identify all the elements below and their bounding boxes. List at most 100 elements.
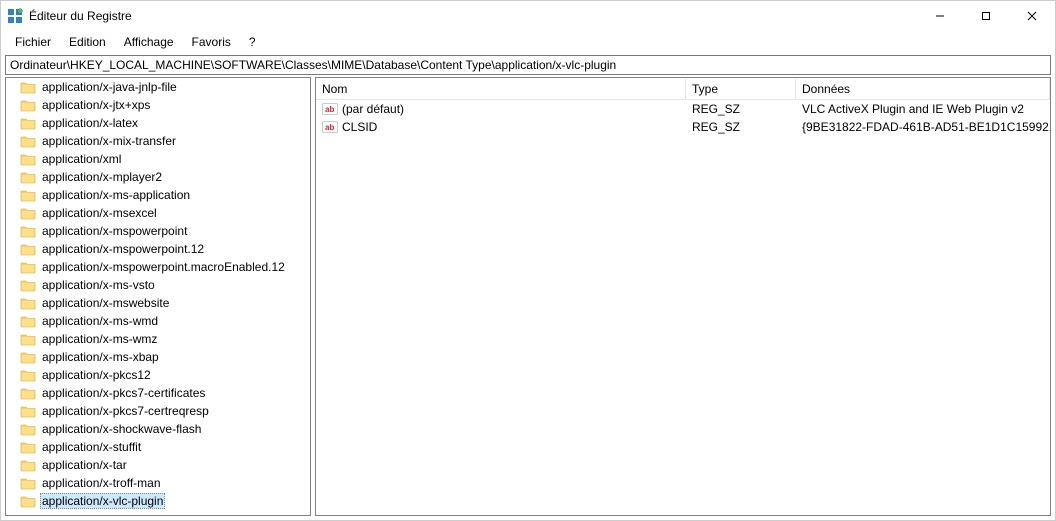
string-value-icon <box>322 119 338 135</box>
folder-icon <box>20 260 36 274</box>
menu-favorites[interactable]: Favoris <box>184 33 239 51</box>
tree-item[interactable]: application/x-ms-wmz <box>6 330 310 348</box>
tree-item-label: application/x-ms-wmz <box>40 332 159 346</box>
value-name: CLSID <box>342 120 377 134</box>
tree-item-label: application/x-ms-vsto <box>40 278 157 292</box>
tree-item[interactable]: application/x-mspowerpoint <box>6 222 310 240</box>
tree-item-label: application/x-troff-man <box>40 476 163 490</box>
tree-item-label: application/x-ms-application <box>40 188 192 202</box>
value-type: REG_SZ <box>686 120 796 134</box>
tree-item-label: application/x-pkcs7-certificates <box>40 386 207 400</box>
tree-item[interactable]: application/x-mix-transfer <box>6 132 310 150</box>
folder-icon <box>20 386 36 400</box>
column-header-name[interactable]: Nom <box>316 79 686 99</box>
value-data: VLC ActiveX Plugin and IE Web Plugin v2 <box>796 102 1050 116</box>
close-button[interactable] <box>1009 1 1055 31</box>
folder-icon <box>20 476 36 490</box>
window-title: Éditeur du Registre <box>29 9 917 23</box>
tree-item-label: application/x-mspowerpoint.12 <box>40 242 206 256</box>
folder-icon <box>20 350 36 364</box>
folder-icon <box>20 224 36 238</box>
minimize-button[interactable] <box>917 1 963 31</box>
folder-icon <box>20 134 36 148</box>
folder-icon <box>20 404 36 418</box>
registry-editor-icon <box>7 8 23 24</box>
tree-item[interactable]: application/x-ms-wmd <box>6 312 310 330</box>
tree-item-label: application/xml <box>40 152 123 166</box>
tree-item[interactable]: application/x-mspowerpoint.12 <box>6 240 310 258</box>
folder-icon <box>20 332 36 346</box>
value-data: {9BE31822-FDAD-461B-AD51-BE1D1C159921} <box>796 120 1050 134</box>
tree-item[interactable]: application/x-pkcs12 <box>6 366 310 384</box>
tree-item-label: application/x-pkcs7-certreqresp <box>40 404 211 418</box>
tree-item[interactable]: application/x-ms-vsto <box>6 276 310 294</box>
list-row[interactable]: CLSID REG_SZ{9BE31822-FDAD-461B-AD51-BE1D… <box>316 118 1050 136</box>
tree-item-label: application/x-ms-xbap <box>40 350 161 364</box>
tree-item-label: application/x-tar <box>40 458 129 472</box>
tree-item[interactable]: application/x-ms-xbap <box>6 348 310 366</box>
folder-icon <box>20 440 36 454</box>
folder-icon <box>20 278 36 292</box>
folder-icon <box>20 188 36 202</box>
folder-icon <box>20 458 36 472</box>
list-pane[interactable]: Nom Type Données (par défaut) REG_SZVLC A… <box>315 77 1051 516</box>
tree-item-label: application/x-mspowerpoint <box>40 224 189 238</box>
tree-item-label: application/x-java-jnlp-file <box>40 80 179 94</box>
folder-icon <box>20 422 36 436</box>
tree-item[interactable]: application/x-shockwave-flash <box>6 420 310 438</box>
tree-item[interactable]: application/x-msexcel <box>6 204 310 222</box>
tree-item[interactable]: application/x-pkcs7-certreqresp <box>6 402 310 420</box>
folder-icon <box>20 296 36 310</box>
tree-item[interactable]: application/x-troff-man <box>6 474 310 492</box>
tree-item[interactable]: application/x-tar <box>6 456 310 474</box>
folder-icon <box>20 170 36 184</box>
folder-icon <box>20 368 36 382</box>
tree-item-label: application/x-shockwave-flash <box>40 422 203 436</box>
tree-item-label: application/x-mswebsite <box>40 296 171 310</box>
folder-icon <box>20 98 36 112</box>
menu-edit[interactable]: Edition <box>61 33 114 51</box>
tree-item[interactable]: application/x-pkcs7-certificates <box>6 384 310 402</box>
folder-icon <box>20 152 36 166</box>
folder-icon <box>20 80 36 94</box>
tree-item-label: application/x-mspowerpoint.macroEnabled.… <box>40 260 287 274</box>
tree-item-label: application/x-stuffit <box>40 440 143 454</box>
menu-file[interactable]: Fichier <box>7 33 59 51</box>
tree-item[interactable]: application/x-java-jnlp-file <box>6 78 310 96</box>
tree-item[interactable]: application/x-jtx+xps <box>6 96 310 114</box>
main-area: application/x-java-jnlp-file application/… <box>5 77 1051 516</box>
tree-item-label: application/x-latex <box>40 116 140 130</box>
menubar: Fichier Edition Affichage Favoris ? <box>1 31 1055 55</box>
address-bar[interactable]: Ordinateur\HKEY_LOCAL_MACHINE\SOFTWARE\C… <box>5 55 1051 75</box>
tree-item[interactable]: application/x-ms-application <box>6 186 310 204</box>
menu-help[interactable]: ? <box>241 33 264 51</box>
tree-item[interactable]: application/x-stuffit <box>6 438 310 456</box>
tree-item-label: application/x-mix-transfer <box>40 134 178 148</box>
folder-icon <box>20 116 36 130</box>
folder-icon <box>20 314 36 328</box>
window-controls <box>917 1 1055 31</box>
tree-item[interactable]: application/x-mplayer2 <box>6 168 310 186</box>
folder-icon <box>20 242 36 256</box>
column-header-type[interactable]: Type <box>686 79 796 99</box>
tree-item[interactable]: application/x-vlc-plugin <box>6 492 310 510</box>
maximize-button[interactable] <box>963 1 1009 31</box>
column-header-data[interactable]: Données <box>796 79 1050 99</box>
tree-pane[interactable]: application/x-java-jnlp-file application/… <box>5 77 311 516</box>
tree-item[interactable]: application/x-latex <box>6 114 310 132</box>
tree-item-label: application/x-mplayer2 <box>40 170 164 184</box>
list-body: (par défaut) REG_SZVLC ActiveX Plugin and… <box>316 100 1050 515</box>
tree-item-label: application/x-pkcs12 <box>40 368 153 382</box>
list-row[interactable]: (par défaut) REG_SZVLC ActiveX Plugin and… <box>316 100 1050 118</box>
tree-item[interactable]: application/xml <box>6 150 310 168</box>
tree-item-label: application/x-ms-wmd <box>40 314 160 328</box>
folder-icon <box>20 206 36 220</box>
menu-view[interactable]: Affichage <box>116 33 182 51</box>
value-name: (par défaut) <box>342 102 404 116</box>
tree-item[interactable]: application/x-mswebsite <box>6 294 310 312</box>
tree-item[interactable]: application/x-mspowerpoint.macroEnabled.… <box>6 258 310 276</box>
tree-item-label: application/x-vlc-plugin <box>40 493 165 509</box>
folder-icon <box>20 494 36 508</box>
value-type: REG_SZ <box>686 102 796 116</box>
list-header: Nom Type Données <box>316 78 1050 100</box>
